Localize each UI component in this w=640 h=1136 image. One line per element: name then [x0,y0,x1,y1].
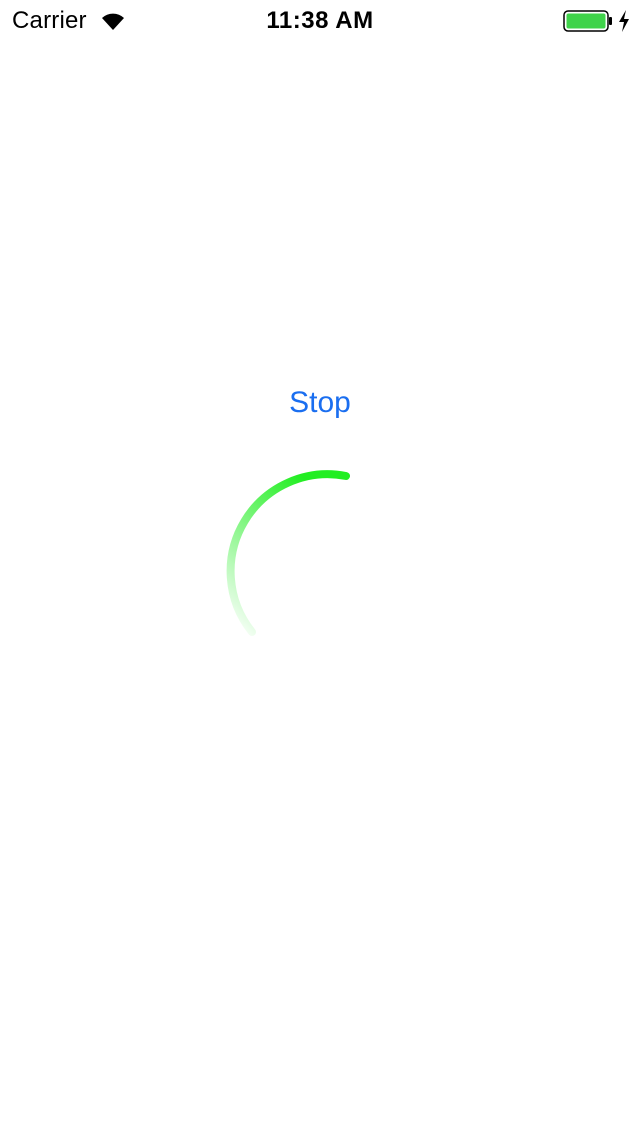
stop-button[interactable]: Stop [250,380,390,426]
status-bar: Carrier 11:38 AM [0,0,640,40]
charging-bolt-icon [619,10,629,32]
battery-icon [563,10,612,32]
loading-spinner-icon [226,470,350,636]
status-time: 11:38 AM [266,7,374,34]
screen: Carrier 11:38 AM Stop [0,0,640,1136]
